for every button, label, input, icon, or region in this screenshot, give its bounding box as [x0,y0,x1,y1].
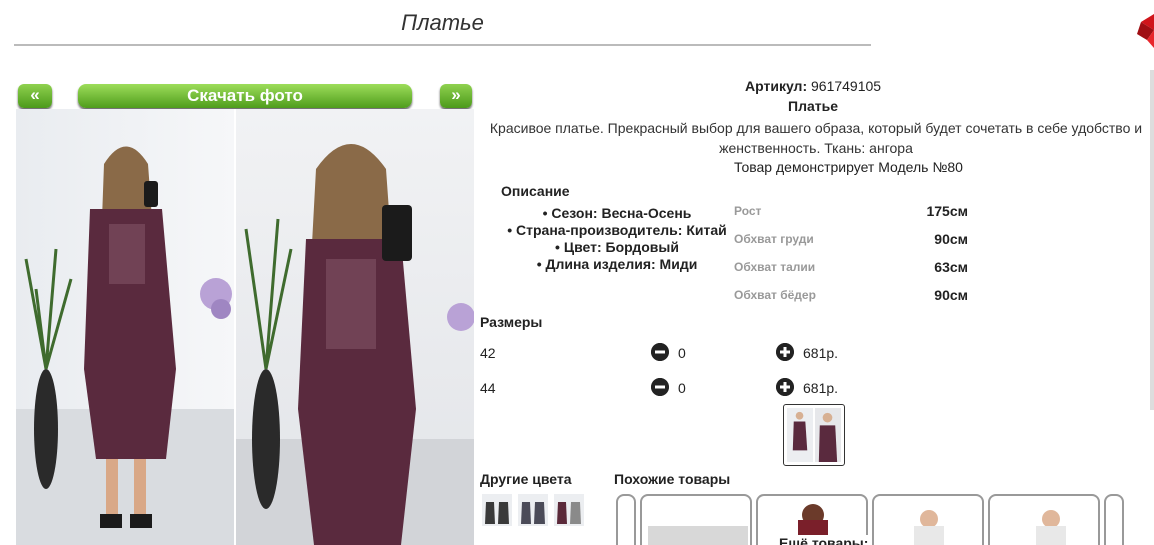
param-value: 175см [926,203,968,219]
param-row: Рост 175см [734,198,974,226]
specs-heading: Описание [501,183,570,199]
color-variant-thumbnail[interactable] [518,494,548,526]
specs-list: • Сезон: Весна-Осень • Страна-производит… [482,205,752,273]
spec-item: • Цвет: Бордовый [555,239,679,255]
param-label: Обхват груди [734,232,814,246]
more-products-label: Ещё товары: [777,535,871,545]
param-row: Обхват груди 90см [734,226,974,254]
product-description: Красивое платье. Прекрасный выбор для ва… [489,120,1143,156]
article-value: 961749105 [811,78,882,94]
prev-photo-button[interactable]: « [18,84,52,108]
similar-product-card[interactable] [988,494,1100,545]
size-value: 44 [480,380,496,396]
page-title: Платье [14,10,871,46]
minus-circle-icon[interactable] [651,378,669,396]
model-params: Рост 175см Обхват груди 90см Обхват тали… [734,198,974,310]
param-label: Рост [734,204,762,218]
similar-products-carousel [616,494,1126,545]
download-photo-button[interactable]: Скачать фото [78,84,412,108]
param-row: Обхват талии 63см [734,254,974,282]
minus-circle-icon[interactable] [651,343,669,361]
price-value: 681р. [803,345,839,361]
color-variant-thumbnail[interactable] [482,494,512,526]
selected-photo-thumbnail[interactable] [783,404,845,466]
scrollbar[interactable] [1150,70,1154,410]
next-photo-button[interactable]: » [440,84,472,108]
param-value: 90см [934,287,968,303]
size-row: 44 0 681р. [480,376,880,400]
param-row: Обхват бёдер 90см [734,282,974,310]
param-value: 90см [934,231,968,247]
sizes-heading: Размеры [480,314,543,330]
quantity-value: 0 [678,345,686,361]
param-label: Обхват бёдер [734,288,816,302]
similar-heading: Похожие товары [614,471,731,487]
color-variant-thumbnail[interactable] [554,494,584,526]
other-colors-list [482,494,584,526]
param-value: 63см [934,259,968,275]
quantity-value: 0 [678,380,686,396]
red-cube-icon[interactable] [1137,14,1154,48]
similar-product-card[interactable] [1104,494,1124,545]
similar-product-card[interactable] [616,494,636,545]
model-note: Товар демонстрирует Модель №80 [734,159,963,175]
other-colors-heading: Другие цвета [480,471,572,487]
product-name: Платье [788,98,838,114]
spec-item: • Страна-производитель: Китай [507,222,727,238]
similar-product-card[interactable] [640,494,752,545]
plus-circle-icon[interactable] [776,343,794,361]
size-value: 42 [480,345,496,361]
article-line: Артикул: 961749105 [745,78,881,94]
plus-circle-icon[interactable] [776,378,794,396]
spec-item: • Длина изделия: Миди [536,256,698,272]
size-row: 42 0 681р. [480,341,880,365]
similar-product-card[interactable] [872,494,984,545]
spec-item: • Сезон: Весна-Осень [542,205,692,221]
article-label: Артикул: [745,78,808,94]
price-value: 681р. [803,380,839,396]
param-label: Обхват талии [734,260,816,274]
product-photo[interactable] [16,109,474,545]
